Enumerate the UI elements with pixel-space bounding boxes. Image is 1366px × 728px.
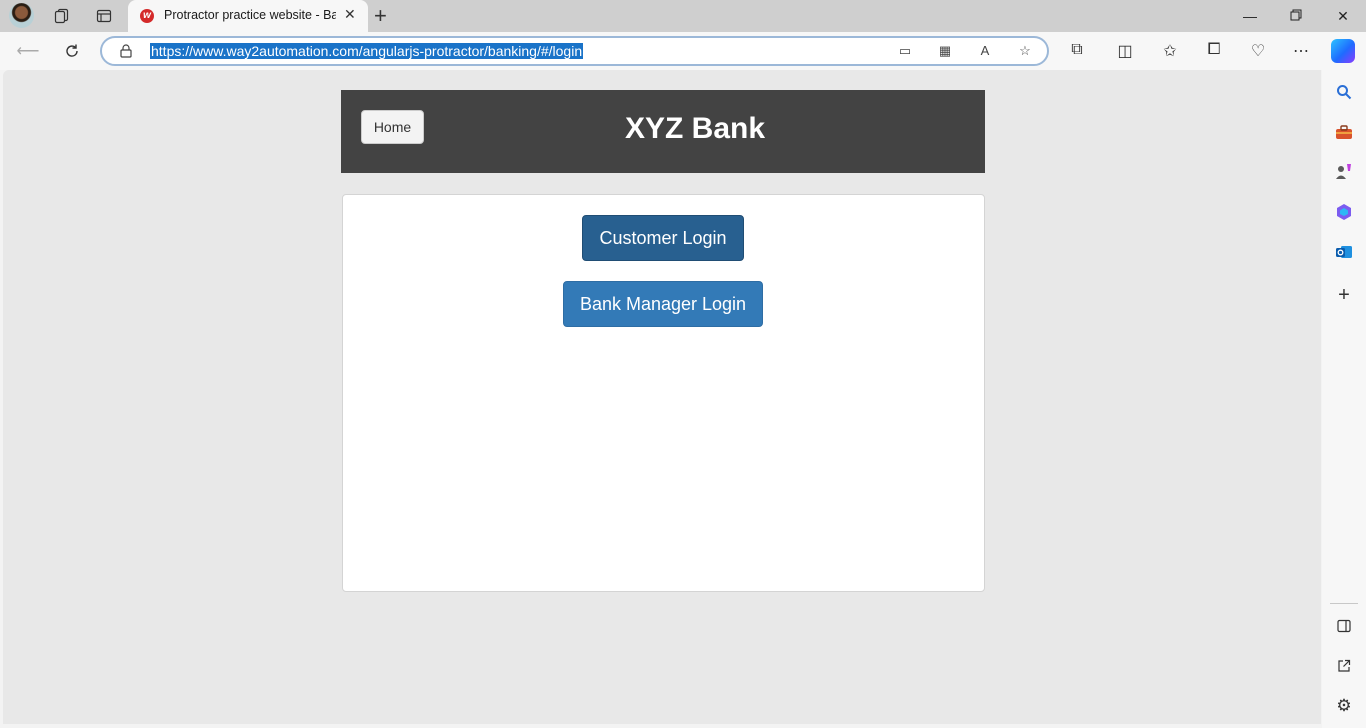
close-tab-icon[interactable]: ✕ [344,6,356,23]
minimize-icon[interactable]: — [1238,4,1262,28]
bank-header: Home XYZ Bank [341,90,985,173]
restore-icon[interactable] [1284,4,1308,28]
device-icon[interactable]: ▭ [896,43,914,61]
outlook-icon[interactable] [1334,242,1354,262]
favorites-icon[interactable]: ✩ [1159,41,1181,61]
navigation-bar: ⟵ https://www.way2automation.com/angular… [0,32,1366,70]
url-text[interactable]: https://www.way2automation.com/angularjs… [150,43,584,59]
hide-sidebar-icon[interactable] [1334,616,1354,636]
back-icon[interactable]: ⟵ [16,40,40,62]
collections-icon[interactable]: ⧠ [1203,41,1225,61]
page-viewport: Home XYZ Bank Customer Login Bank Manage… [3,70,1321,724]
external-link-icon[interactable] [1334,656,1354,676]
settings-gear-icon[interactable]: ⚙ [1334,696,1354,716]
refresh-icon[interactable] [60,40,84,62]
customer-login-button[interactable]: Customer Login [582,215,744,261]
favorite-star-icon[interactable]: ☆ [1016,43,1034,61]
lock-icon[interactable] [120,44,132,58]
extensions-icon[interactable]: ⧉ [1066,41,1088,61]
tab-title: Protractor practice website - Ban [164,8,336,22]
add-sidebar-app-icon[interactable]: + [1334,284,1354,306]
browser-essentials-icon[interactable]: ♡ [1247,41,1269,61]
tools-icon[interactable] [1334,122,1354,142]
bank-manager-login-button[interactable]: Bank Manager Login [563,281,763,327]
more-options-icon[interactable]: ⋯ [1290,41,1312,61]
microsoft365-icon[interactable] [1334,202,1354,222]
site-favicon-icon: w [140,9,154,23]
sidebar-divider [1330,603,1358,604]
login-panel: Customer Login Bank Manager Login [342,194,985,592]
vertical-tabs-icon[interactable] [92,4,116,28]
split-screen-icon[interactable]: ◫ [1114,41,1136,61]
search-icon[interactable] [1334,82,1354,102]
new-tab-icon[interactable]: + [374,3,387,29]
page-title: XYZ Bank [624,112,766,145]
title-bar: w Protractor practice website - Ban ✕ + … [0,0,1366,32]
profile-avatar[interactable] [9,3,34,28]
close-window-icon[interactable]: ✕ [1331,4,1355,28]
read-aloud-icon[interactable]: A [976,43,994,61]
games-icon[interactable] [1334,162,1354,182]
address-bar[interactable]: https://www.way2automation.com/angularjs… [100,36,1049,66]
copilot-icon[interactable] [1331,39,1355,63]
apps-icon[interactable]: ▦ [936,43,954,61]
edge-sidebar: + ⚙ [1322,70,1366,728]
workspaces-icon[interactable] [50,4,74,28]
active-tab[interactable]: w Protractor practice website - Ban ✕ [128,0,368,32]
